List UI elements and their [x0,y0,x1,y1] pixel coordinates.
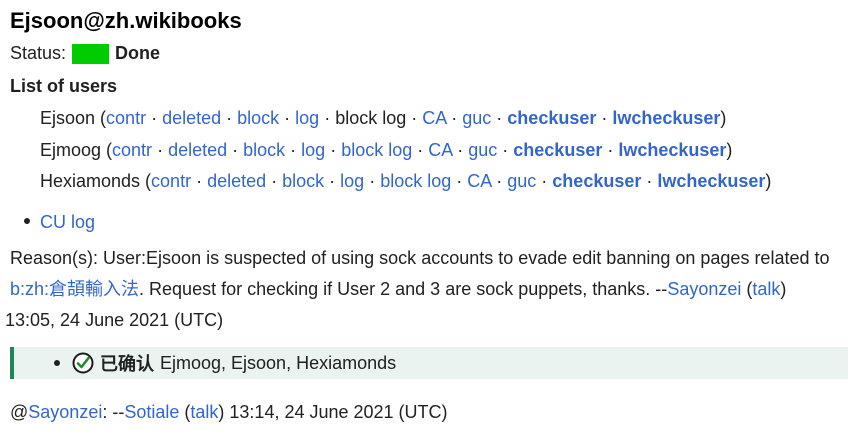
user-tool-link-block[interactable]: block [243,140,285,160]
user-tool-link-lwcheckuser[interactable]: lwcheckuser [618,140,726,160]
footer-colon: : -- [102,402,125,422]
link-separator: · [146,108,163,128]
link-separator: · [452,140,469,160]
link-separator: · [596,108,613,128]
user-tool-link-deleted[interactable]: deleted [207,171,266,191]
user-tool-link-block-log[interactable]: block log [341,140,412,160]
link-separator: · [364,171,381,191]
link-separator: · [451,171,468,191]
cu-log-item: CU log [24,212,95,233]
paren-close: ) [765,171,772,191]
link-separator: · [602,140,619,160]
bullet-icon [24,218,30,225]
mention-at: @ [10,402,29,422]
user-name: Ejmoog [40,140,102,160]
user-row: Hexiamonds (contr · deleted · block · lo… [40,171,771,192]
paren-open: ( [140,171,152,191]
page-title: Ejsoon@zh.wikibooks [10,8,242,33]
user-tool-link-block[interactable]: block [237,108,279,128]
link-separator: · [227,140,244,160]
user-tool-link-deleted[interactable]: deleted [162,108,221,128]
paren-close: ) [720,108,727,128]
user-tool-link-guc[interactable]: guc [462,108,491,128]
user-tool-link-deleted[interactable]: deleted [168,140,227,160]
footer-talk-open: ( [179,402,191,422]
paren-close: ) [726,140,733,160]
link-separator: · [324,171,341,191]
talk-close: ) [780,279,787,299]
status-row: Status: Done [10,43,160,64]
user-name: Hexiamonds [40,171,141,191]
user-tool-link-contr[interactable]: contr [151,171,191,191]
link-separator: · [536,171,553,191]
user-tool-link-lwcheckuser[interactable]: lwcheckuser [657,171,765,191]
link-separator: · [266,171,283,191]
user-tool-link-checkuser[interactable]: checkuser [513,140,602,160]
status-value: Done [115,43,161,63]
user-tool-link-guc[interactable]: guc [468,140,497,160]
user-tool-link-contr[interactable]: contr [112,140,152,160]
link-separator: · [491,108,508,128]
check-circle-icon [72,352,94,374]
mention-user-link[interactable]: Sayonzei [28,402,102,422]
list-of-users-heading: List of users [10,76,118,96]
user-tool-link-checkuser[interactable]: checkuser [507,108,596,128]
user-tool-link-lwcheckuser[interactable]: lwcheckuser [612,108,720,128]
signature-user-link[interactable]: Sayonzei [667,279,741,299]
link-separator: · [191,171,208,191]
cu-log-link[interactable]: CU log [40,212,95,232]
user-tool-link-log[interactable]: log [301,140,325,160]
link-separator: · [221,108,238,128]
reason-page-link[interactable]: b:zh:倉頡輸入法 [10,279,139,299]
link-separator: · [285,140,302,160]
footer-timestamp: 13:14, 24 June 2021 (UTC) [224,402,448,422]
user-tool-link-contr[interactable]: contr [106,108,146,128]
link-separator: · [406,108,423,128]
user-tool-link-ca[interactable]: CA [467,171,491,191]
status-color-swatch [72,43,110,64]
talk-open: ( [741,279,753,299]
result-box: 已确认 Ejmoog, Ejsoon, Hexiamonds [10,347,848,379]
bullet-icon [54,360,60,366]
user-tool-link-log[interactable]: log [340,171,364,191]
link-separator: · [152,140,169,160]
user-tool-link-ca[interactable]: CA [428,140,452,160]
user-tool-link-block-log[interactable]: block log [380,171,451,191]
user-tool-link-block-log[interactable]: block log [335,108,406,128]
footer-signature-user-link[interactable]: Sotiale [124,402,179,422]
user-tool-link-ca[interactable]: CA [422,108,446,128]
paren-open: ( [101,140,113,160]
reason-timestamp: 13:05, 24 June 2021 (UTC) [5,310,224,330]
link-separator: · [491,171,508,191]
user-tool-link-log[interactable]: log [295,108,319,128]
user-row: Ejmoog (contr · deleted · block · log · … [40,140,732,161]
footer-comment: @Sayonzei: --Sotiale (talk) 13:14, 24 Ju… [10,402,448,423]
link-separator: · [641,171,658,191]
paren-open: ( [95,108,107,128]
reason-text-middle: . Request for checking if User 2 and 3 a… [139,279,668,299]
user-name: Ejsoon [40,108,96,128]
link-separator: · [325,140,342,160]
result-label: 已确认 [100,354,154,374]
user-tool-link-checkuser[interactable]: checkuser [552,171,641,191]
link-separator: · [279,108,296,128]
link-separator: · [497,140,514,160]
reason-text: Reason(s): User:Ejsoon is suspected of u… [10,248,830,268]
signature-talk-link[interactable]: talk [752,279,780,299]
status-label: Status: [10,43,67,63]
link-separator: · [319,108,336,128]
user-row: Ejsoon (contr · deleted · block · log · … [40,108,726,129]
link-separator: · [446,108,463,128]
footer-talk-link[interactable]: talk [190,402,218,422]
reason-paragraph: Reason(s): User:Ejsoon is suspected of u… [5,243,855,336]
link-separator: · [412,140,429,160]
user-tool-link-guc[interactable]: guc [507,171,536,191]
result-users: Ejmoog, Ejsoon, Hexiamonds [160,352,397,373]
user-tool-link-block[interactable]: block [282,171,324,191]
